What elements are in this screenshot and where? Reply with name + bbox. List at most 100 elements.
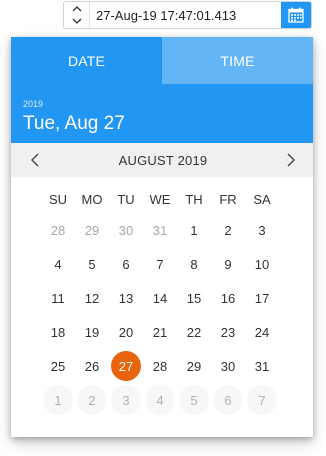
chevron-up-icon	[72, 6, 81, 12]
week-row: 28 29 30 31 1 2 3	[41, 213, 313, 247]
spinner	[64, 2, 90, 28]
tab-date[interactable]: DATE	[11, 37, 162, 84]
spin-down-button[interactable]	[70, 16, 84, 26]
day-cell[interactable]: 16	[211, 282, 245, 314]
day-number: 17	[254, 290, 270, 306]
day-cell[interactable]: 24	[245, 316, 279, 348]
day-number: 15	[186, 290, 202, 306]
day-cell[interactable]: 25	[41, 350, 75, 382]
day-cell[interactable]: 31	[143, 214, 177, 246]
day-cell[interactable]: 28	[143, 350, 177, 382]
chevron-down-icon	[72, 18, 81, 24]
day-number: 1	[43, 385, 73, 415]
day-number: 26	[84, 358, 100, 374]
day-cell[interactable]: 30	[211, 350, 245, 382]
day-cell[interactable]: 30	[109, 214, 143, 246]
month-navigation: AUGUST 2019	[11, 143, 313, 177]
day-number: 30	[118, 222, 134, 238]
calendar-icon	[288, 7, 304, 23]
day-cell[interactable]: 1	[177, 214, 211, 246]
day-cell[interactable]: 19	[75, 316, 109, 348]
day-cell[interactable]: 15	[177, 282, 211, 314]
day-cell[interactable]: 9	[211, 248, 245, 280]
day-cell[interactable]: 8	[177, 248, 211, 280]
calendar-toggle-button[interactable]	[281, 2, 311, 28]
day-cell[interactable]: 23	[211, 316, 245, 348]
next-month-button[interactable]	[283, 150, 299, 170]
day-cell[interactable]: 17	[245, 282, 279, 314]
day-number: 28	[50, 222, 66, 238]
week-row: 4 5 6 7 8 9 10	[41, 247, 313, 281]
day-cell[interactable]: 4	[41, 248, 75, 280]
day-cell[interactable]: 7	[245, 384, 279, 416]
day-cell[interactable]: 18	[41, 316, 75, 348]
day-number: 19	[84, 324, 100, 340]
weekday-label: TU	[117, 191, 135, 207]
day-cell[interactable]: 14	[143, 282, 177, 314]
header-selected-date: Tue, Aug 27	[23, 113, 125, 134]
day-number: 10	[254, 256, 270, 272]
day-cell[interactable]: 6	[109, 248, 143, 280]
prev-month-button[interactable]	[27, 150, 43, 170]
weekday-label: MO	[81, 191, 103, 207]
day-number: 11	[51, 290, 65, 306]
day-number: 5	[179, 385, 209, 415]
day-cell[interactable]: 31	[245, 350, 279, 382]
day-number: 23	[220, 324, 236, 340]
day-number: 31	[254, 358, 270, 374]
day-cell[interactable]: 11	[41, 282, 75, 314]
day-number: 2	[77, 385, 107, 415]
day-number: 9	[224, 256, 232, 272]
day-cell[interactable]: 3	[109, 384, 143, 416]
day-cell[interactable]: 12	[75, 282, 109, 314]
day-cell[interactable]: 22	[177, 316, 211, 348]
day-number: 20	[118, 324, 134, 340]
day-cell[interactable]: 13	[109, 282, 143, 314]
day-number: 29	[186, 358, 202, 374]
day-cell[interactable]: 21	[143, 316, 177, 348]
day-number: 6	[213, 385, 243, 415]
day-cell[interactable]: 29	[75, 214, 109, 246]
day-number: 25	[50, 358, 66, 374]
chevron-right-icon	[287, 153, 295, 167]
tab-time[interactable]: TIME	[162, 37, 313, 84]
day-number: 4	[145, 385, 175, 415]
day-cell[interactable]: 20	[109, 316, 143, 348]
day-cell[interactable]: 3	[245, 214, 279, 246]
day-cell-selected[interactable]: 27	[109, 350, 143, 382]
day-number: 7	[247, 385, 277, 415]
day-cell[interactable]: 1	[41, 384, 75, 416]
day-cell[interactable]: 10	[245, 248, 279, 280]
day-cell[interactable]: 26	[75, 350, 109, 382]
day-number: 1	[190, 222, 198, 238]
day-cell[interactable]: 28	[41, 214, 75, 246]
day-cell[interactable]: 4	[143, 384, 177, 416]
day-number: 7	[156, 256, 164, 272]
day-number: 30	[220, 358, 236, 374]
tab-bar: DATE TIME	[11, 37, 313, 84]
day-number: 8	[190, 256, 198, 272]
spin-up-button[interactable]	[70, 4, 84, 14]
day-cell[interactable]: 2	[75, 384, 109, 416]
week-row: 18 19 20 21 22 23 24	[41, 315, 313, 349]
day-cell[interactable]: 2	[211, 214, 245, 246]
day-number: 22	[186, 324, 202, 340]
month-label[interactable]: AUGUST 2019	[119, 153, 208, 168]
day-number: 3	[258, 222, 266, 238]
datetime-picker-field	[63, 1, 312, 29]
day-cell[interactable]: 5	[75, 248, 109, 280]
day-number: 14	[152, 290, 168, 306]
day-cell[interactable]: 29	[177, 350, 211, 382]
chevron-left-icon	[31, 153, 39, 167]
selected-date-header: 2019 Tue, Aug 27	[11, 84, 313, 143]
week-row: 25 26 27 28 29 30 31	[41, 349, 313, 383]
day-number: 18	[50, 324, 66, 340]
day-cell[interactable]: 5	[177, 384, 211, 416]
day-number: 31	[152, 222, 168, 238]
day-number: 12	[84, 290, 100, 306]
day-cell[interactable]: 7	[143, 248, 177, 280]
day-number: 27	[111, 351, 141, 381]
datetime-input[interactable]	[90, 2, 281, 28]
day-cell[interactable]: 6	[211, 384, 245, 416]
header-year[interactable]: 2019	[23, 99, 301, 109]
